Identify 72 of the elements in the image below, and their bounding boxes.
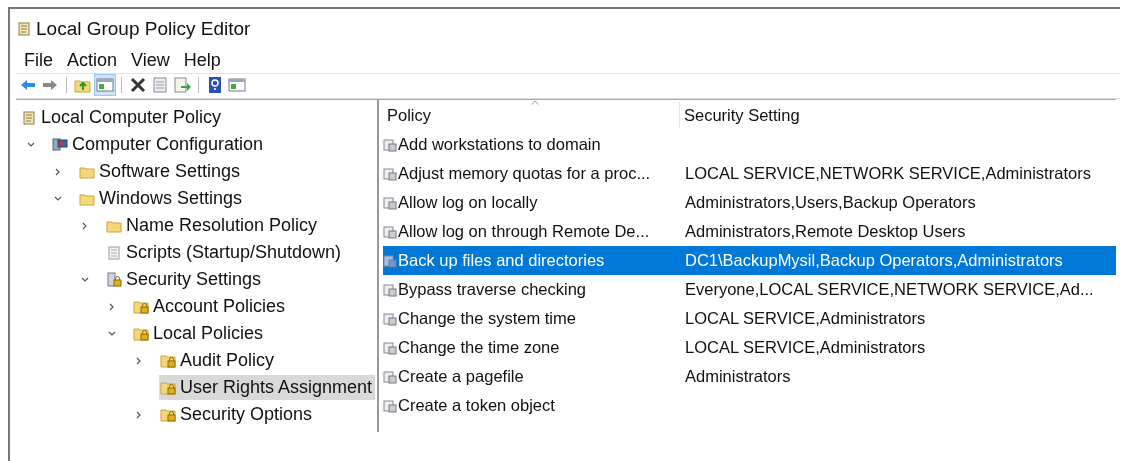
policy-icon (383, 282, 397, 297)
scroll-icon (16, 21, 32, 37)
scroll-icon (21, 109, 37, 126)
table-row[interactable]: Back up files and directories DC1\BackupMysil,Backup Operators,Administrators (383, 246, 1116, 275)
menu-item[interactable]: View (131, 49, 170, 71)
tree-item[interactable]: Computer Configuration (51, 132, 267, 157)
security-setting: LOCAL SERVICE,Administrators (685, 309, 926, 328)
policy-name: Change the system time (398, 309, 576, 328)
policy-name: Allow log on locally (398, 193, 538, 212)
menu-item[interactable]: File (24, 49, 53, 71)
table-row[interactable]: Change the system time LOCAL SERVICE,Administrators (383, 304, 1116, 333)
tree-item[interactable]: Audit Policy (159, 348, 278, 373)
policy-icon (383, 369, 397, 384)
script-icon (106, 244, 122, 261)
delete-icon[interactable] (129, 76, 147, 94)
lock-folder-icon (160, 406, 176, 423)
policy-name: Adjust memory quotas for a proc... (398, 164, 651, 183)
policy-name: Allow log on through Remote De... (398, 222, 650, 241)
table-row[interactable]: Create a pagefile Administrators (383, 362, 1116, 391)
lock-folder-icon (160, 379, 176, 396)
policy-icon (383, 195, 397, 210)
security-setting: Administrators (685, 367, 791, 386)
policy-name: Create a token object (398, 396, 555, 415)
policy-name: Add workstations to domain (398, 135, 601, 154)
table-row[interactable]: Bypass traverse checking Everyone,LOCAL SERVICE,NETWORK SERVICE,Ad... (383, 275, 1116, 304)
table-row[interactable]: Adjust memory quotas for a proc... LOCAL SERVICE,NETWORK SERVICE,Administrators (383, 159, 1116, 188)
policy-name: Create a pagefile (398, 367, 524, 386)
security-setting: LOCAL SERVICE,NETWORK SERVICE,Administrators (685, 164, 1091, 183)
tree-item[interactable]: Security Settings (105, 267, 265, 292)
tree-item[interactable]: Software Settings (78, 159, 244, 184)
lock-folder-icon (133, 298, 149, 315)
security-setting: Administrators,Users,Backup Operators (685, 193, 976, 212)
help-icon[interactable] (206, 76, 224, 94)
table-row[interactable]: Change the time zone LOCAL SERVICE,Administrators (383, 333, 1116, 362)
export-list-icon[interactable] (173, 76, 191, 94)
policy-icon (383, 340, 397, 355)
computer-icon (52, 136, 68, 153)
column-header[interactable]: Security Setting (680, 102, 1116, 128)
policy-icon (383, 398, 397, 413)
lock-folder-icon (133, 325, 149, 342)
policy-icon (383, 166, 397, 181)
tree-item[interactable]: User Rights Assignment (159, 375, 376, 400)
tree-item[interactable]: Local Computer Policy (20, 105, 225, 130)
table-row[interactable]: Allow log on locally Administrators,Users,Backup Operators (383, 188, 1116, 217)
policy-icon (383, 137, 397, 152)
policy-icon (383, 253, 397, 268)
policy-name: Bypass traverse checking (398, 280, 586, 299)
server-lock-icon (106, 271, 122, 288)
tree-item[interactable]: Local Policies (132, 321, 267, 346)
window-title: Local Group Policy Editor (36, 18, 251, 40)
policy-icon (383, 224, 397, 239)
column-header[interactable]: Policy (383, 102, 680, 128)
security-setting: Administrators,Remote Desktop Users (685, 222, 966, 241)
tree-item[interactable]: Scripts (Startup/Shutdown) (105, 240, 345, 265)
menu-item[interactable]: Action (67, 49, 118, 71)
security-setting: Everyone,LOCAL SERVICE,NETWORK SERVICE,Ad... (685, 280, 1094, 299)
security-setting: LOCAL SERVICE,Administrators (685, 338, 926, 357)
table-row[interactable]: Add workstations to domain (383, 130, 1116, 159)
pane-toggle-icon[interactable] (228, 76, 246, 94)
tree-item[interactable]: Windows Settings (78, 186, 246, 211)
table-row[interactable]: Allow log on through Remote De... Administrators,Remote Desktop Users (383, 217, 1116, 246)
tree-item[interactable]: Security Options (159, 402, 316, 427)
table-row[interactable]: Create a token object (383, 391, 1116, 420)
security-setting: DC1\BackupMysil,Backup Operators,Administrators (685, 251, 1063, 270)
tree-item[interactable]: Name Resolution Policy (105, 213, 321, 238)
lock-folder-icon (160, 352, 176, 369)
tree-item[interactable]: Account Policies (132, 294, 289, 319)
pane-toggle-icon[interactable] (96, 76, 114, 94)
policy-name: Change the time zone (398, 338, 560, 357)
policy-name: Back up files and directories (398, 251, 605, 270)
policy-icon (383, 311, 397, 326)
menu-item[interactable]: Help (183, 49, 221, 71)
